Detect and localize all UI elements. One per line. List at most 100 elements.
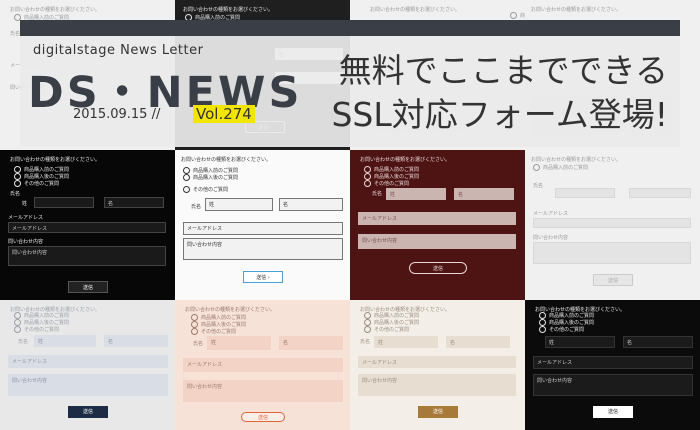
issue-volume: Vol.274 [193,105,255,123]
radio-icon [364,180,371,187]
first-name-input[interactable]: 名 [454,188,514,200]
name-label: 氏名 [191,204,202,210]
form-option[interactable]: その他のご質問 [183,186,228,193]
first-name-input[interactable]: 名 [279,336,343,350]
form-option[interactable]: 商品購入後のご質問 [14,319,69,326]
submit-button[interactable]: 送信 [593,274,633,286]
radio-icon [364,326,371,333]
form-option[interactable]: 商品購入前のご質問 [191,314,246,321]
form-question: お問い合わせの種類をお選びください。 [531,7,622,13]
form-option[interactable]: 商品購入後のご質問 [364,319,419,326]
email-input[interactable]: メールアドレス [8,222,166,233]
inquiry-input[interactable]: 問い合わせ内容 [8,374,168,396]
email-label: メールアドレス [533,211,569,217]
name-label: 氏名 [533,183,544,189]
email-input[interactable]: メールアドレス [533,356,693,369]
last-name-label: 姓 [22,201,28,207]
inquiry-input[interactable]: 問い合わせ内容 [358,374,516,396]
form-option[interactable]: その他のご質問 [14,326,59,333]
form-question: お問い合わせの種類をお選びください。 [360,157,451,163]
radio-icon [191,321,198,328]
email-input[interactable]: メールアドレス [183,222,343,235]
first-name-input[interactable]: 名 [104,197,164,208]
email-input[interactable]: メールアドレス [358,212,516,225]
last-name-input[interactable]: 姓 [34,335,96,347]
first-name-input[interactable]: 名 [446,336,510,348]
email-input[interactable]: メールアドレス [358,356,516,368]
first-name-input[interactable] [629,188,691,198]
first-name-input[interactable]: 名 [104,335,168,347]
form-option[interactable]: 商品購入後のご質問 [14,173,69,180]
form-option[interactable]: 商品購入前のご質問 [183,167,238,174]
radio-icon [183,174,190,181]
form-sample-black: お問い合わせの種類をお選びください。 商品購入前のご質問 商品購入後のご質問 そ… [0,150,175,300]
last-name-input[interactable]: 姓 [207,336,271,350]
name-label: 氏名 [372,191,383,197]
inquiry-input[interactable]: 問い合わせ内容 [183,380,343,402]
inquiry-input[interactable]: 問い合わせ内容 [358,234,516,249]
submit-button[interactable]: 送信 [241,412,285,422]
inquiry-label: 問い合わせ内容 [8,239,44,245]
first-name-input[interactable]: 名 [279,198,343,211]
radio-icon [183,186,190,193]
form-option[interactable]: その他のご質問 [364,180,409,187]
last-name-input[interactable]: 姓 [545,336,615,348]
radio-icon [364,312,371,319]
form-option[interactable]: 商品購入後のご質問 [191,321,246,328]
first-name-input[interactable]: 名 [623,336,693,348]
submit-button[interactable]: 送信 [593,406,633,418]
submit-button[interactable]: 送信 [68,281,108,293]
form-option[interactable]: 商品購入後のご質問 [364,173,419,180]
email-input[interactable] [533,218,691,228]
name-label: 氏名 [360,339,371,345]
radio-icon [191,314,198,321]
form-sample-white: お問い合わせの種類をお選びください。 商品購入前のご質問 商品購入後のご質問 そ… [175,150,350,300]
form-sample-peach: お問い合わせの種類をお選びください。 商品購入前のご質問 商品購入後のご質問 そ… [175,300,350,430]
form-sample-beige: お問い合わせの種類をお選びください。 商品購入前のご質問 商品購入後のご質問 そ… [350,300,525,430]
last-name-input[interactable]: 姓 [205,198,273,211]
form-option[interactable]: 商品購入前のご質問 [364,166,419,173]
submit-button[interactable]: 送信 [68,406,108,418]
form-option[interactable]: 商品購入後のご質問 [539,319,594,326]
last-name-input[interactable]: 姓 [386,188,446,200]
submit-button[interactable]: 送信 › [243,271,283,283]
inquiry-input[interactable]: 問い合わせ内容 [8,246,166,266]
form-option[interactable]: 商品購入前のご質問 [14,166,69,173]
submit-button[interactable]: 送信 [409,262,467,274]
form-option[interactable]: 商品購入前のご質問 [539,312,594,319]
form-option[interactable]: その他のご質問 [191,328,236,335]
form-option[interactable]: その他のご質問 [539,326,584,333]
email-input[interactable]: メールアドレス [183,358,343,372]
last-name-input[interactable] [34,197,94,208]
radio-icon [364,166,371,173]
radio-icon [14,312,21,319]
form-option[interactable]: 商品購入前のご質問 [364,312,419,319]
inquiry-input[interactable]: 問い合わせ内容 [183,238,343,260]
inquiry-input[interactable]: 問い合わせ内容 [533,374,693,396]
chevron-right-icon: › [267,275,270,281]
form-option[interactable]: その他のご質問 [14,180,59,187]
issue-date: 2015.09.15 // [73,107,161,122]
ds-news-logo: DS・NEWS [28,68,303,118]
name-label: 氏名 [193,341,204,347]
form-question: お問い合わせの種類をお選びください。 [183,7,274,13]
form-option[interactable]: 商品購入前のご質問 [533,164,588,171]
submit-button[interactable]: 送信 [418,406,458,418]
form-question: お問い合わせの種類をお選びください。 [531,157,622,163]
radio-icon [14,326,21,333]
radio-icon [510,12,517,19]
form-option[interactable]: 商品購入後のご質問 [183,174,238,181]
last-name-input[interactable]: 姓 [374,336,438,348]
form-option[interactable]: 商品購入前のご質問 [510,12,525,19]
email-input[interactable]: メールアドレス [8,355,168,368]
radio-icon [14,180,21,187]
name-label: 氏名 [10,31,21,37]
form-question: お問い合わせの種類をお選びください。 [370,7,461,13]
radio-icon [539,319,546,326]
inquiry-input[interactable] [533,242,691,264]
form-option[interactable]: 商品購入前のご質問 [14,312,69,319]
radio-icon [14,173,21,180]
radio-icon [539,312,546,319]
last-name-input[interactable] [555,188,615,198]
form-option[interactable]: その他のご質問 [364,326,409,333]
